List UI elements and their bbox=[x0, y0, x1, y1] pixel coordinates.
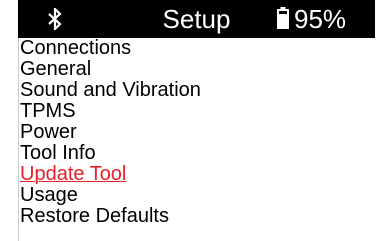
menu-item-tpms[interactable]: TPMS bbox=[20, 101, 201, 122]
page-title: Setup bbox=[162, 4, 231, 34]
header-bar: Setup 95% bbox=[18, 0, 375, 38]
bluetooth-icon bbox=[48, 8, 62, 30]
battery-percent: 95% bbox=[294, 4, 347, 34]
menu-item-usage[interactable]: Usage bbox=[20, 185, 201, 206]
menu-item-update-tool[interactable]: Update Tool bbox=[20, 164, 201, 185]
battery-icon bbox=[277, 7, 289, 29]
menu-item-general[interactable]: General bbox=[20, 59, 201, 80]
setup-screen: Setup 95% Connections General Sound and … bbox=[0, 0, 381, 241]
setup-menu: Connections General Sound and Vibration … bbox=[20, 38, 201, 227]
menu-scrollbar bbox=[18, 38, 19, 241]
menu-item-tool-info[interactable]: Tool Info bbox=[20, 143, 201, 164]
menu-item-connections[interactable]: Connections bbox=[20, 38, 201, 59]
menu-item-power[interactable]: Power bbox=[20, 122, 201, 143]
menu-item-sound-and-vibration[interactable]: Sound and Vibration bbox=[20, 80, 201, 101]
menu-item-restore-defaults[interactable]: Restore Defaults bbox=[20, 206, 201, 227]
